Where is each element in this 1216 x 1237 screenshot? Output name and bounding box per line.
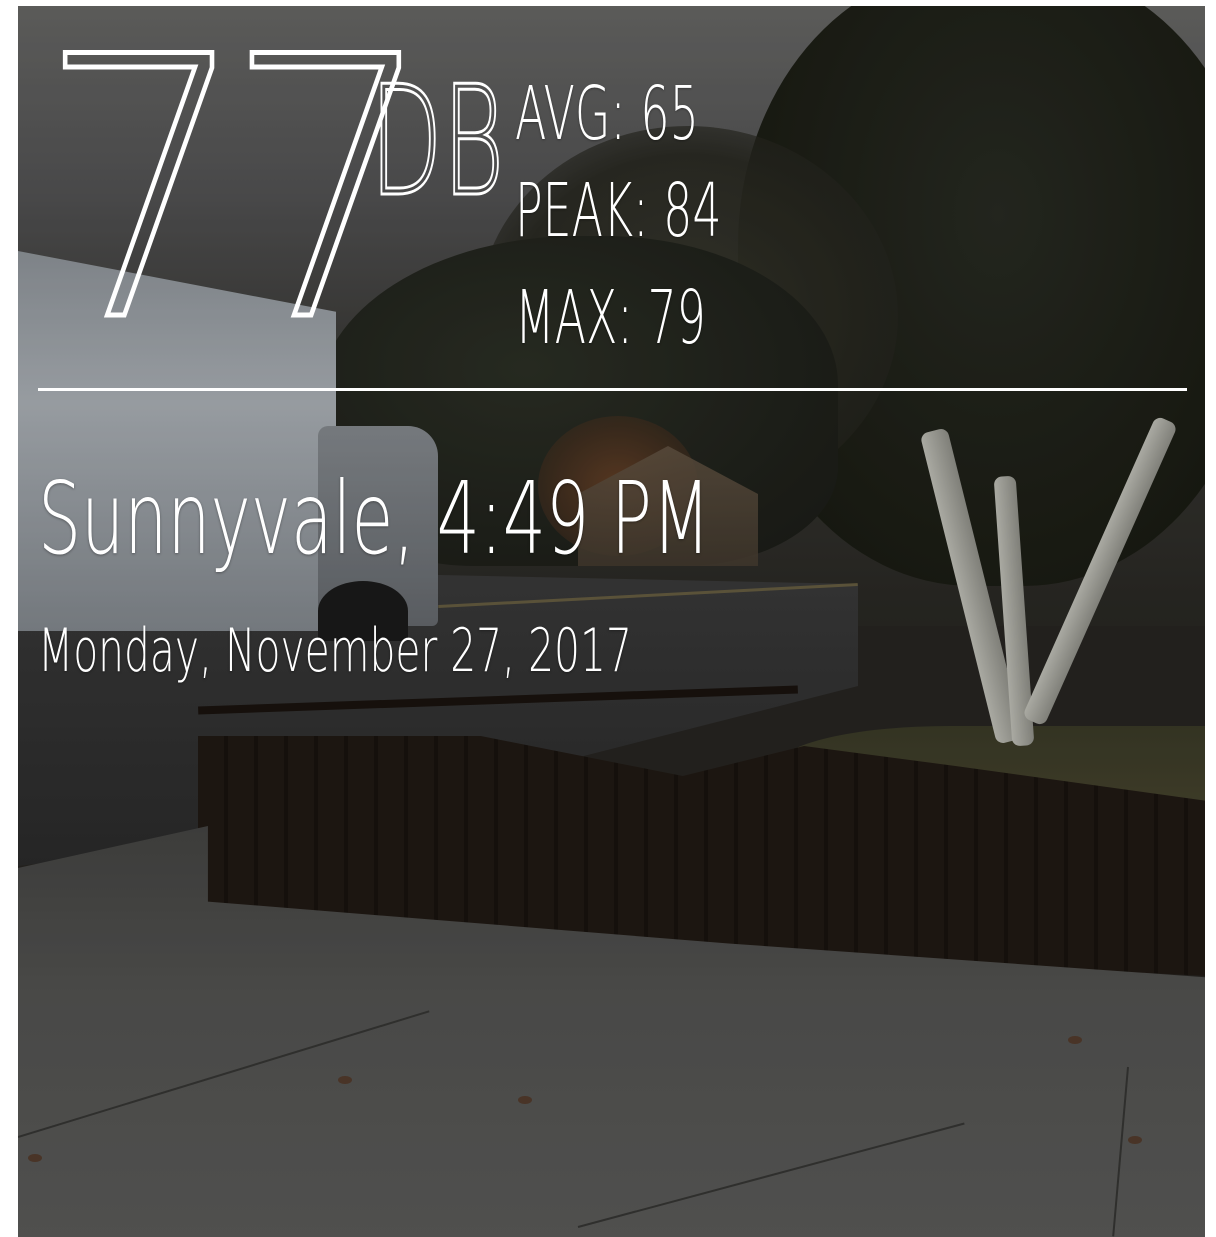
current-db-value: 77: [36, 6, 438, 400]
widget-frame: 77 DB AVG: 65 PEAK: 84 MAX: 79 Sunnyvale…: [18, 6, 1205, 1237]
divider-line: [38, 388, 1187, 391]
avg-stat: AVG: 65: [515, 71, 699, 157]
peak-stat: PEAK: 84: [515, 168, 722, 254]
date-label: Monday, November 27, 2017: [38, 616, 632, 686]
db-unit-label: DB: [369, 53, 505, 230]
location-time: Sunnyvale, 4:49 PM: [38, 460, 711, 577]
max-stat: MAX: 79: [515, 275, 706, 361]
